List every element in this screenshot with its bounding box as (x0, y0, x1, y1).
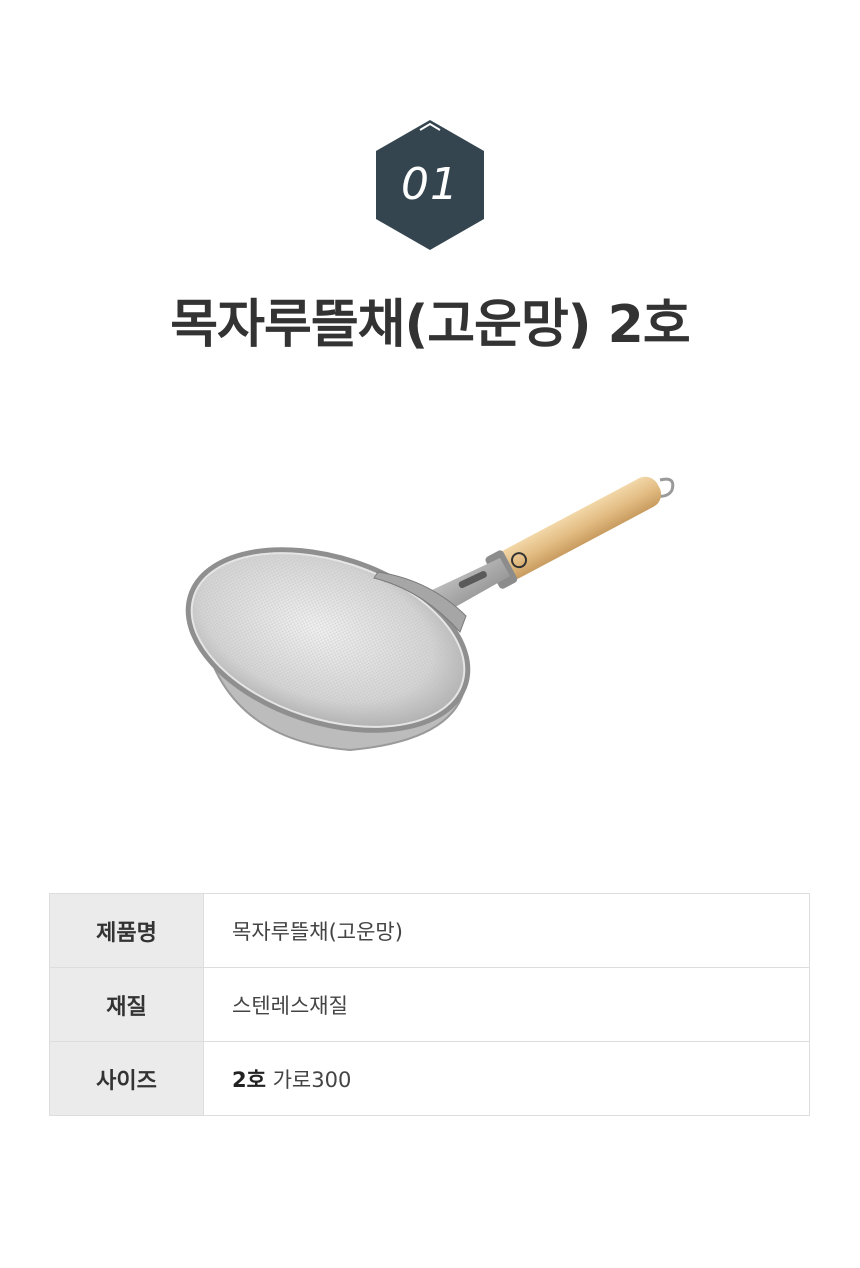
spec-value-text: 가로300 (265, 1067, 352, 1092)
spec-value-strong: 2호 (232, 1067, 266, 1092)
spec-label-material: 재질 (49, 967, 204, 1042)
product-title: 목자루뜰채(고운망) 2호 (170, 295, 690, 355)
table-row: 사이즈 2호 가로300 (49, 1041, 810, 1116)
table-row: 재질 스텐레스재질 (49, 967, 810, 1042)
spec-value-product-name: 목자루뜰채(고운망) (203, 893, 810, 968)
section-number-badge: 01 (372, 120, 488, 250)
spec-label-size: 사이즈 (49, 1041, 204, 1116)
section-number: 01 (401, 159, 459, 210)
spec-value-size: 2호 가로300 (203, 1041, 810, 1116)
spec-value-material: 스텐레스재질 (203, 967, 810, 1042)
spec-table: 제품명 목자루뜰채(고운망) 재질 스텐레스재질 사이즈 2호 가로300 (49, 893, 810, 1116)
strainer-icon (185, 476, 675, 752)
product-image (160, 440, 700, 800)
spec-value-text: 스텐레스재질 (232, 993, 348, 1018)
table-row: 제품명 목자루뜰채(고운망) (49, 893, 810, 968)
spec-value-text: 목자루뜰채(고운망) (232, 919, 403, 944)
spec-label-product-name: 제품명 (49, 893, 204, 968)
